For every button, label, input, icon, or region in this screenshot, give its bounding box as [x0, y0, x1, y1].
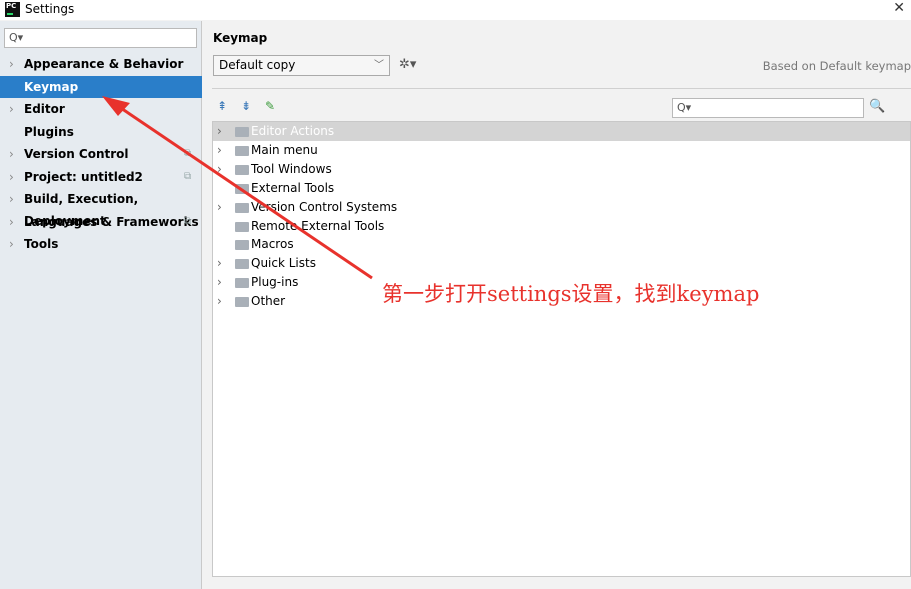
annotation-text: 第一步打开settings设置，找到keymap — [382, 282, 760, 306]
